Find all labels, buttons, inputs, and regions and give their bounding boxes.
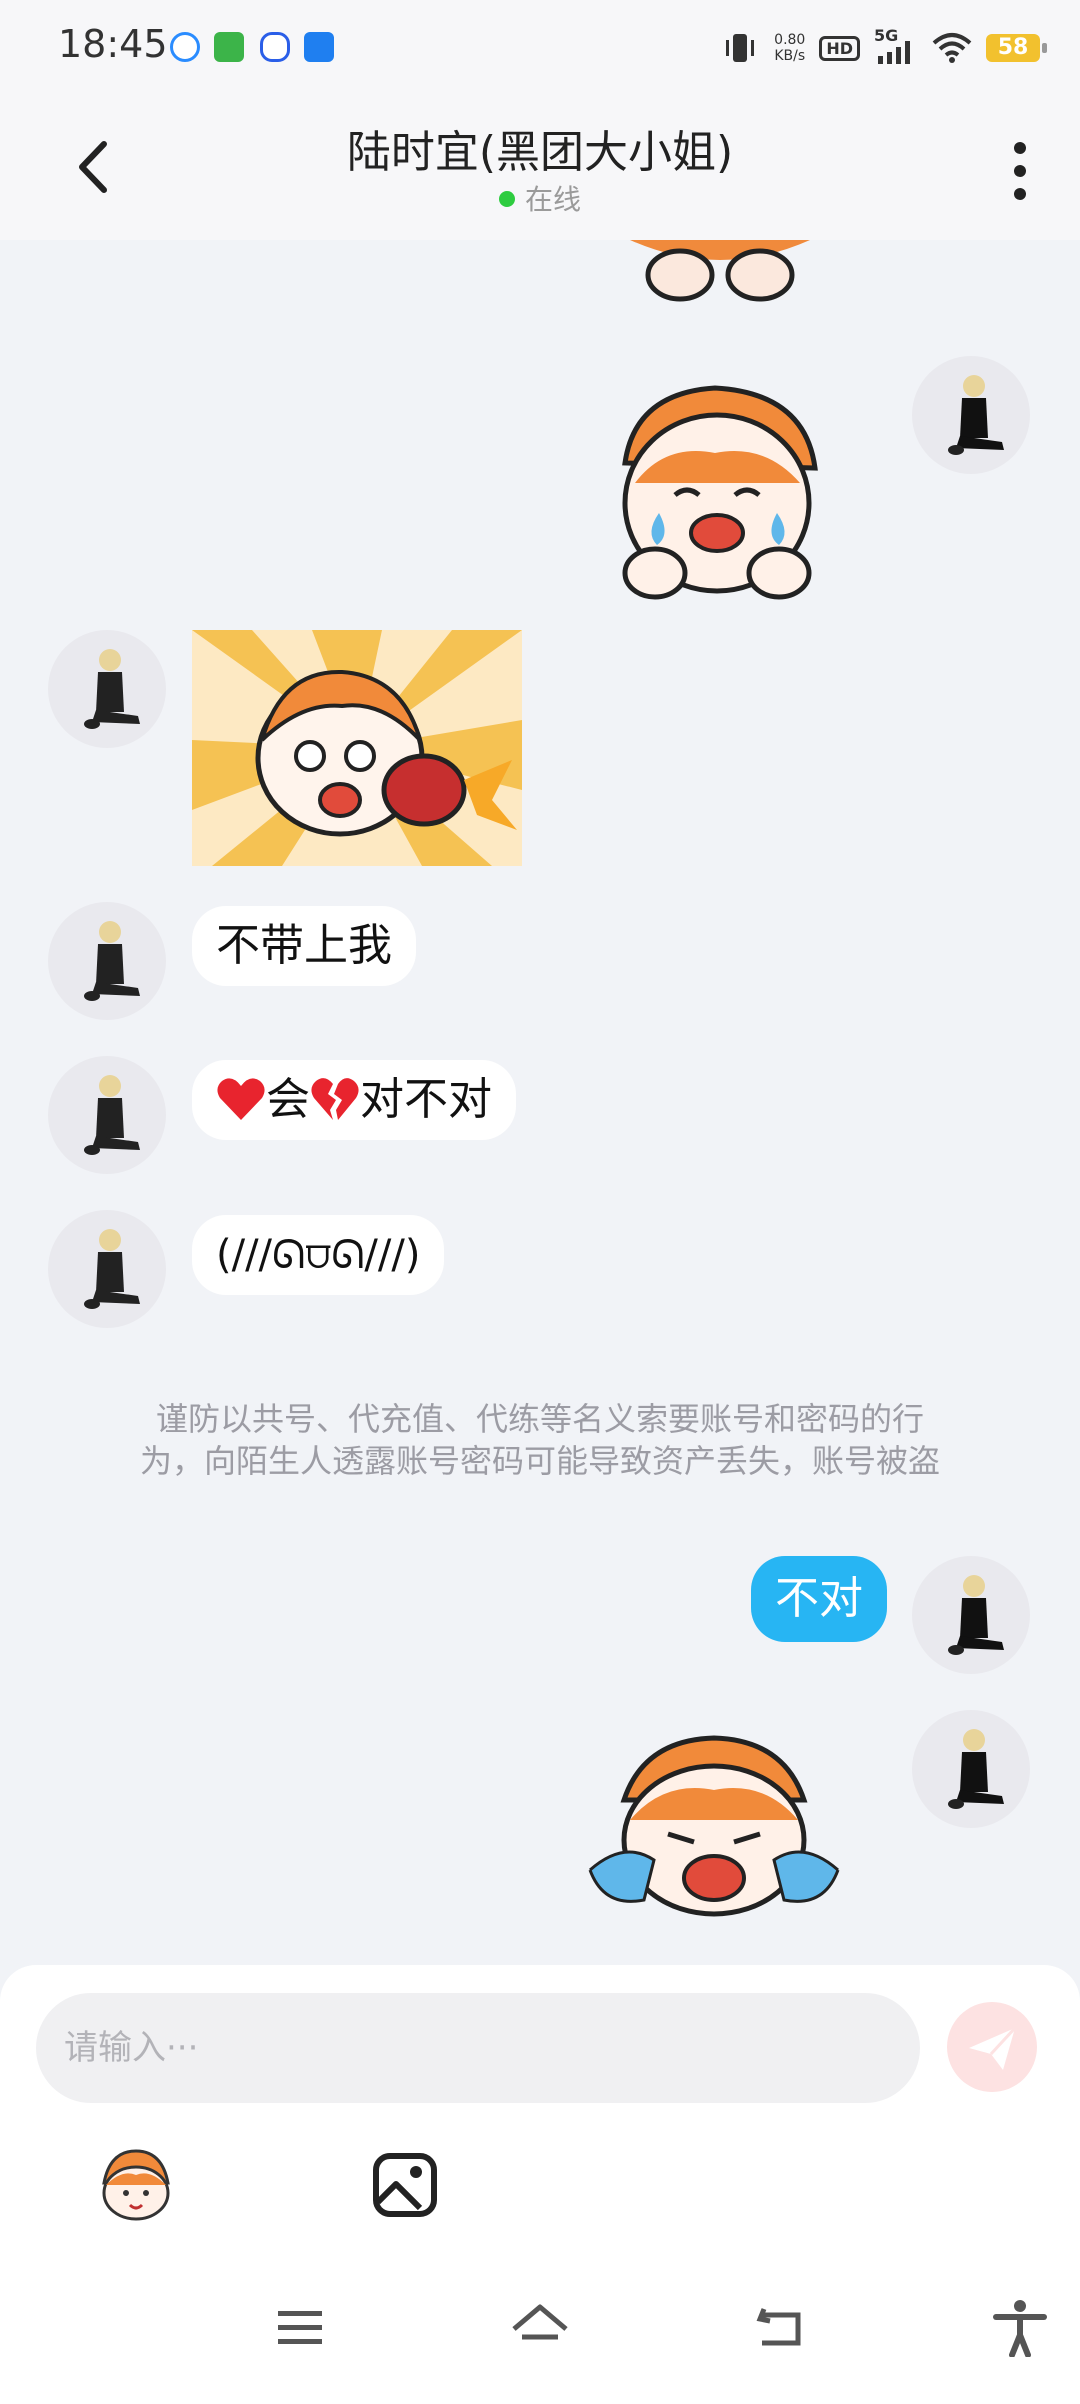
sticker-message-angry-crying[interactable] <box>584 1730 844 1920</box>
status-bar: 18:45 0.80 KB/s HD 5G 58 <box>0 0 1080 96</box>
chat-header: 陆时宜(黑团大小姐) 在线 <box>0 96 1080 240</box>
system-navigation-bar <box>0 2255 1080 2404</box>
contact-avatar[interactable] <box>48 1056 166 1174</box>
avatar-figure-icon <box>84 1075 140 1155</box>
online-status-text: 在线 <box>524 183 581 216</box>
app-icon-blue <box>304 32 334 62</box>
my-avatar[interactable] <box>912 356 1030 474</box>
avatar-figure-icon <box>84 921 140 1001</box>
message-composer <box>0 1965 1080 2255</box>
status-icons: 0.80 KB/s HD 5G 58 <box>720 26 1047 70</box>
signal-icon <box>878 41 910 64</box>
app-icon-baidu <box>260 32 290 62</box>
chat-message-list[interactable]: 不带上我 会对不对 (///ᘏ⩌ᘏ///) 谨防以共号、代充值、代练等名义索要账… <box>0 240 1080 1965</box>
app-icon-green <box>214 32 244 62</box>
avatar-figure-icon <box>948 1729 1004 1809</box>
broken-heart-icon <box>311 1078 359 1120</box>
image-picker-icon[interactable] <box>372 2152 438 2218</box>
sticker-message-partial[interactable] <box>620 240 820 302</box>
text-message-bubble[interactable]: 不带上我 <box>192 906 416 986</box>
my-avatar[interactable] <box>912 1556 1030 1674</box>
battery-indicator: 58 <box>986 34 1047 62</box>
menu-icon[interactable] <box>270 2297 330 2357</box>
net-speed-value: 0.80 <box>774 32 806 48</box>
red-heart-icon <box>217 1078 265 1120</box>
contact-name: 陆时宜(黑团大小姐) <box>346 127 734 178</box>
online-status: 在线 <box>0 178 1080 218</box>
vibrate-icon <box>726 34 755 62</box>
accessibility-icon[interactable] <box>990 2297 1050 2357</box>
avatar-figure-icon <box>948 1575 1004 1655</box>
signal-indicator: 5G <box>874 26 918 66</box>
text-message-bubble[interactable]: (///ᘏ⩌ᘏ///) <box>192 1215 445 1295</box>
status-time: 18:45 <box>58 22 168 66</box>
contact-avatar[interactable] <box>48 630 166 748</box>
more-options-icon[interactable] <box>990 136 1050 206</box>
contact-avatar[interactable] <box>48 902 166 1020</box>
avatar-figure-icon <box>84 649 140 729</box>
back-nav-icon[interactable] <box>750 2297 810 2357</box>
sticker-message-crying[interactable] <box>595 373 840 623</box>
avatar-figure-icon <box>84 1229 140 1309</box>
net-speed-unit: KB/s <box>774 48 806 64</box>
send-button[interactable] <box>947 2002 1037 2092</box>
app-icon-browser <box>170 32 200 62</box>
home-icon[interactable] <box>510 2297 570 2357</box>
message-input[interactable] <box>36 1993 920 2103</box>
text-message-bubble[interactable]: 会对不对 <box>192 1060 516 1140</box>
hd-badge: HD <box>819 35 860 61</box>
my-text-message-bubble[interactable]: 不对 <box>751 1556 887 1642</box>
message-text-part: 会 <box>266 1074 310 1125</box>
security-notice: 谨防以共号、代充值、代练等名义索要账号和密码的行 为，向陌生人透露账号密码可能导… <box>70 1398 1010 1482</box>
sticker-picker-icon[interactable] <box>92 2147 180 2223</box>
sticker-message-punch[interactable] <box>192 630 522 866</box>
wifi-icon <box>932 33 972 63</box>
notice-line: 谨防以共号、代充值、代练等名义索要账号和密码的行 <box>155 1400 924 1438</box>
message-text-part: 对不对 <box>360 1074 492 1125</box>
net-speed: 0.80 KB/s <box>774 32 805 64</box>
my-avatar[interactable] <box>912 1710 1030 1828</box>
avatar-figure-icon <box>948 375 1004 455</box>
online-dot <box>498 191 515 207</box>
notice-line: 为，向陌生人透露账号密码可能导致资产丢失，账号被盗 <box>139 1442 940 1480</box>
send-icon <box>969 2026 1017 2070</box>
contact-avatar[interactable] <box>48 1210 166 1328</box>
